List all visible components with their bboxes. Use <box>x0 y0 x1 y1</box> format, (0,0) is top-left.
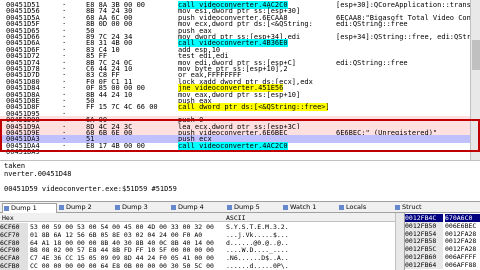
stack-value: 0012FA28 <box>445 237 477 246</box>
dump-ascii: ...j.Vk.....$... <box>226 230 289 239</box>
dump-ascii: S.Y.S.T.E.M.3.2. <box>226 223 289 231</box>
dump-address: 6CF80 <box>0 238 28 247</box>
stack-row[interactable]: 0012FB60 006AFFFF <box>405 253 480 261</box>
dump-ascii: .N6......D$..A.. <box>226 254 289 263</box>
dump-hex-bytes: C7 4E 36 CC 15 05 09 09 8D 44 24 F0 05 4… <box>30 254 214 263</box>
stack-value: 006E6BEC <box>445 221 477 230</box>
stack-address: 0012FB64 <box>405 260 443 269</box>
highlight-box <box>0 119 480 152</box>
stack-address: 0012FB60 <box>405 253 443 261</box>
info-panel: taken nverter.00451D48 00451D59 videocon… <box>0 160 480 193</box>
dump-row[interactable]: 6CFB0 CC 00 00 00 00 00 64 E8 0B 00 00 00… <box>0 262 395 270</box>
stack-value: 006AFF88 <box>445 260 477 269</box>
stack-address: 0012FB50 <box>405 221 443 230</box>
scrollbar-thumb[interactable] <box>472 40 480 70</box>
dump-address: 6CF90 <box>0 246 28 255</box>
tab-dump-2[interactable]: Dump 2 <box>58 203 113 213</box>
tab-dump-4[interactable]: Dump 4 <box>170 203 225 213</box>
tab-dump-3[interactable]: Dump 3 <box>114 203 169 213</box>
stack-row[interactable]: 0012FB5C 0012FA28 <box>405 245 480 254</box>
dump-ascii: ....W.D...._.... <box>226 246 289 255</box>
dump-ascii: ......d.....0P\. <box>226 262 289 270</box>
info-line: 00451D59 videoconverter.exe:$51D59 #51D5… <box>4 185 177 193</box>
dump-row[interactable]: 6CF60 53 00 59 00 53 00 54 00 45 00 4D 00… <box>0 223 395 231</box>
dump-row[interactable]: 6CFA0 C7 4E 36 CC 15 05 09 09 8D 44 24 F0… <box>0 254 395 263</box>
dump-ascii: d......@0.@..@.. <box>226 238 289 247</box>
dump-hex-bytes: 64 A1 18 00 00 00 8B 40 30 8B 40 0C 8B 4… <box>30 238 214 247</box>
stack-row[interactable]: 0012FB58 0012FA28 <box>405 237 480 246</box>
stack-address: 0012FB58 <box>405 237 443 246</box>
dump-address: 6CFA0 <box>0 254 28 263</box>
ascii-column-header: ASCII <box>226 214 246 222</box>
hex-dump-panel[interactable]: Hex ASCII 6CF60 53 00 59 00 53 00 54 00 4… <box>0 213 395 270</box>
dump-row[interactable]: 6CF70 01 8B 6A 12 56 6B 05 8E 03 02 04 24… <box>0 230 395 239</box>
stack-row[interactable]: 0012FB64 006AFF88 <box>405 260 480 269</box>
stack-address: 0012FB54 <box>405 229 443 238</box>
dump-header: Hex ASCII <box>0 213 395 222</box>
dump-hex-bytes: 53 00 59 00 53 00 54 00 45 00 4D 00 33 0… <box>30 223 214 231</box>
stack-value: 0012FA28 <box>445 245 477 254</box>
tab-struct[interactable]: Struct <box>394 203 449 213</box>
tab-locals[interactable]: Locals <box>338 203 393 213</box>
stack-value: 670A6C0 <box>445 214 480 222</box>
stack-address: 0012FB5C <box>405 245 443 254</box>
info-line: taken <box>4 162 26 170</box>
stack-panel[interactable]: 0012FB4C 670A6C0 0012FB50 006E6BEC 0012FB54 0… <box>404 213 480 270</box>
stack-row[interactable]: 0012FB4C 670A6C0 <box>405 214 480 222</box>
hex-column-header: Hex <box>2 214 14 222</box>
dump-row[interactable]: 6CF90 B8 08 02 00 57 E8 44 8B FD FF 10 5F… <box>0 246 395 255</box>
tab-watch-1[interactable]: Watch 1 <box>282 203 337 213</box>
dump-address: 6CFB0 <box>0 262 28 270</box>
dump-address: 6CF60 <box>0 223 28 231</box>
stack-value: 0012FA28 <box>445 229 477 238</box>
dump-address: 6CF70 <box>0 230 28 239</box>
stack-row[interactable]: 0012FB54 0012FA28 <box>405 229 480 238</box>
dump-tab-bar: Dump 1 Dump 2 Dump 3 Dump 4 Dump 5 Watch 1 Loc… <box>0 201 480 213</box>
stack-row[interactable]: 0012FB50 006E6BEC <box>405 221 480 230</box>
dump-hex-bytes: 01 8B 6A 12 56 6B 05 8E 03 02 04 24 00 F… <box>30 230 203 239</box>
tab-dump-5[interactable]: Dump 5 <box>226 203 281 213</box>
dump-scrollbar[interactable] <box>395 213 404 270</box>
tab-dump-1[interactable]: Dump 1 <box>2 203 57 213</box>
dump-row[interactable]: 6CF80 64 A1 18 00 00 00 8B 40 30 8B 40 0C… <box>0 238 395 247</box>
info-line: nverter.00451D48 <box>4 170 72 178</box>
dump-hex-bytes: CC 00 00 00 00 00 64 E8 0B 00 00 00 30 5… <box>30 262 214 270</box>
stack-address: 0012FB4C <box>405 214 443 222</box>
stack-value: 006AFFFF <box>445 253 477 261</box>
dump-hex-bytes: B8 08 02 00 57 E8 44 8B FD FF 10 5F 00 0… <box>30 246 214 255</box>
